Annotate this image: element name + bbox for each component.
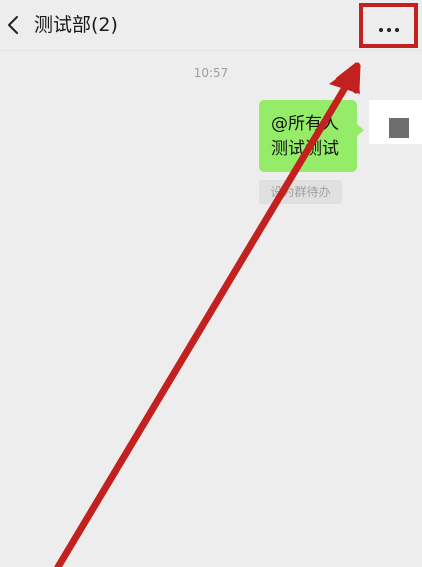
annotation-arrow [54,62,361,567]
chevron-left-icon [8,16,18,34]
back-button[interactable] [2,8,28,42]
message-bubble[interactable]: @所有人 测试测试 [259,100,357,172]
avatar-image [389,118,409,138]
more-dots-icon [363,21,414,33]
message-timestamp: 10:57 [193,66,229,80]
message-line-2: 测试测试 [271,139,339,159]
bubble-tail [357,124,364,136]
more-options-button[interactable] [359,3,418,48]
chat-screen: 测试部(2) 10:57 @所有人 测试测试 设为群待办 [0,0,422,567]
avatar[interactable] [369,100,422,144]
message-line-1: @所有人 [271,114,339,134]
chat-title: 测试部(2) [34,14,118,36]
chat-header: 测试部(2) [0,0,422,51]
set-group-todo-chip[interactable]: 设为群待办 [259,180,342,204]
